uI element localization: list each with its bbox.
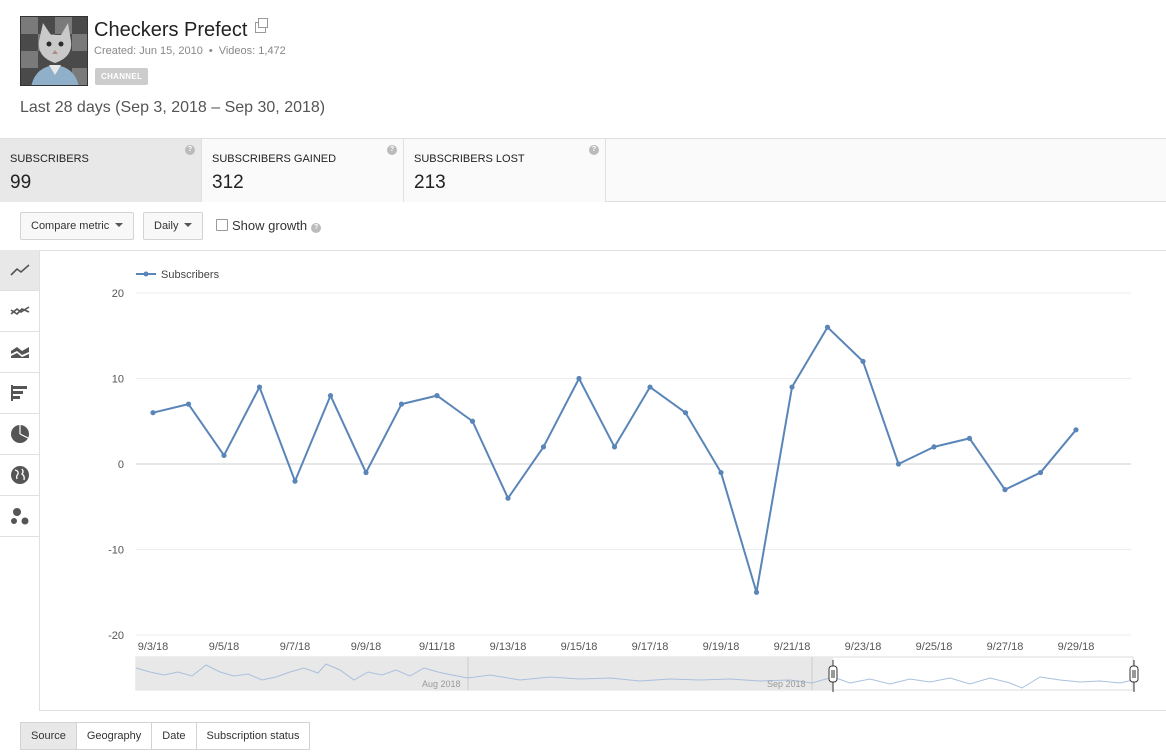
compare-metric-dropdown[interactable]: Compare metric (20, 212, 135, 240)
metric-label: SUBSCRIBERS (10, 153, 89, 165)
channel-meta: Created: Jun 15, 2010 • Videos: 1,472 (94, 45, 286, 57)
bubble-chart-icon (10, 508, 28, 525)
chart-type-sidebar (0, 250, 40, 711)
avatar-image (21, 17, 87, 85)
metric-tab-subscribers-gained[interactable]: SUBSCRIBERS GAINED 312 ? (202, 139, 404, 202)
external-link-icon[interactable] (255, 18, 269, 33)
tab-date[interactable]: Date (152, 722, 197, 750)
dimension-tabs: Source Geography Date Subscription statu… (20, 722, 311, 750)
pie-chart-icon (10, 425, 29, 443)
metric-tabs: SUBSCRIBERS 99 ? SUBSCRIBERS GAINED 312 … (0, 138, 1166, 202)
interval-label: Daily (154, 220, 179, 232)
channel-badge: CHANNEL (95, 68, 149, 85)
interval-dropdown[interactable]: Daily (143, 212, 204, 240)
video-count: Videos: 1,472 (218, 45, 286, 57)
metric-tab-subscribers-lost[interactable]: SUBSCRIBERS LOST 213 ? (404, 139, 606, 202)
show-growth-label: Show growth (232, 218, 308, 233)
show-growth-toggle[interactable]: Show growth? (216, 218, 322, 233)
metric-value: 213 (414, 172, 446, 193)
pie-chart-button[interactable] (0, 414, 39, 455)
help-icon[interactable]: ? (387, 145, 397, 155)
show-growth-checkbox[interactable] (216, 219, 228, 231)
channel-name[interactable]: Checkers Prefect (94, 19, 247, 41)
meta-separator: • (208, 45, 213, 57)
map-chart-button[interactable] (0, 455, 39, 496)
tab-geography[interactable]: Geography (76, 722, 153, 750)
bar-chart-button[interactable] (0, 373, 39, 414)
chart-area (0, 250, 1166, 711)
stacked-area-button[interactable] (0, 332, 39, 373)
multi-line-chart-icon (9, 306, 29, 316)
date-range-label: Last 28 days (Sep 3, 2018 – Sep 30, 2018… (20, 99, 326, 116)
metric-label: SUBSCRIBERS LOST (414, 153, 525, 165)
globe-map-icon (10, 466, 29, 484)
chevron-down-icon (184, 223, 193, 227)
metric-label: SUBSCRIBERS GAINED (212, 153, 337, 165)
help-icon[interactable]: ? (589, 145, 599, 155)
created-date: Created: Jun 15, 2010 (94, 45, 203, 57)
channel-title[interactable]: Checkers Prefect (94, 18, 269, 42)
bubble-chart-button[interactable] (0, 496, 39, 537)
bar-chart-icon (10, 385, 27, 401)
metric-tab-subscribers[interactable]: SUBSCRIBERS 99 ? (0, 139, 202, 202)
metric-value: 312 (212, 172, 244, 193)
tab-subscription-status[interactable]: Subscription status (196, 722, 311, 750)
metric-value: 99 (10, 172, 32, 193)
help-icon[interactable]: ? (311, 223, 322, 233)
line-chart-button[interactable] (0, 250, 39, 291)
chevron-down-icon (115, 223, 124, 227)
line-chart-icon (9, 264, 30, 276)
stacked-area-icon (10, 347, 29, 358)
channel-avatar[interactable] (20, 16, 88, 86)
tab-source[interactable]: Source (20, 722, 77, 750)
multi-line-chart-button[interactable] (0, 291, 39, 332)
compare-metric-label: Compare metric (31, 220, 110, 232)
help-icon[interactable]: ? (185, 145, 195, 155)
